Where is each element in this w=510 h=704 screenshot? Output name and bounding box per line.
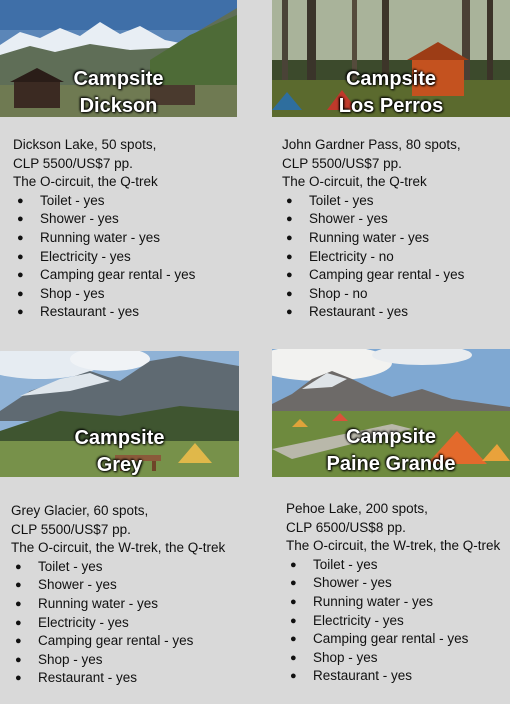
- campsite-location: Dickson Lake, 50 spots,: [13, 137, 157, 152]
- amenity-item: Camping gear rental - yes: [13, 266, 195, 285]
- amenity-item: Camping gear rental - yes: [282, 266, 464, 285]
- amenity-item: Toilet - yes: [13, 192, 195, 211]
- amenity-item: Toilet - yes: [286, 556, 500, 575]
- amenity-item: Camping gear rental - yes: [286, 630, 500, 649]
- campsite-routes: The O-circuit, the W-trek, the Q-trek: [11, 540, 226, 556]
- campsite-title-paine-grande: Campsite Paine Grande: [326, 426, 456, 475]
- amenity-item: Shop - yes: [13, 285, 195, 304]
- campsite-photo-grey: Campsite Grey: [0, 351, 239, 477]
- amenity-item: Running water - yes: [13, 229, 195, 248]
- amenity-item: Camping gear rental - yes: [11, 632, 225, 651]
- amenity-item: Shop - no: [282, 285, 464, 304]
- amenity-item: Electricity - yes: [11, 614, 225, 633]
- campsite-photo-los-perros: Campsite Los Perros: [272, 0, 510, 117]
- amenity-item: Shop - yes: [286, 649, 500, 668]
- amenity-item: Running water - yes: [286, 593, 500, 612]
- amenity-item: Shower - yes: [282, 210, 464, 229]
- amenity-item: Shop - yes: [11, 651, 225, 670]
- campsite-photo-dickson: Campsite Dickson: [0, 0, 237, 117]
- campsite-photo-paine-grande: Campsite Paine Grande: [272, 349, 510, 477]
- amenity-item: Shower - yes: [11, 576, 225, 595]
- amenity-item: Restaurant - yes: [282, 303, 464, 322]
- amenity-item: Electricity - yes: [286, 612, 500, 631]
- amenity-item: Electricity - yes: [13, 248, 195, 267]
- amenity-item: Restaurant - yes: [286, 667, 500, 686]
- amenity-item: Toilet - yes: [11, 558, 225, 577]
- campsite-info-grey: Grey Glacier, 60 spots, CLP 5500/US$7 pp…: [11, 502, 225, 688]
- campsite-routes: The O-circuit, the W-trek, the Q-trek: [286, 538, 501, 554]
- amenity-item: Electricity - no: [282, 248, 464, 267]
- campsite-price: CLP 6500/US$8 pp.: [286, 519, 406, 535]
- campsite-title-grey: Campsite Grey: [74, 427, 165, 476]
- campsite-routes: The O-circuit, the Q-trek: [13, 174, 158, 190]
- amenity-item: Shower - yes: [286, 574, 500, 593]
- campsite-title-dickson: Campsite Dickson: [73, 68, 164, 117]
- amenity-list: Toilet - yes Shower - yes Running water …: [286, 556, 500, 686]
- amenity-item: Shower - yes: [13, 210, 195, 229]
- campsite-title-los-perros: Campsite Los Perros: [338, 68, 444, 117]
- campsite-location: John Gardner Pass, 80 spots,: [282, 137, 461, 152]
- campsite-routes: The O-circuit, the Q-trek: [282, 174, 427, 190]
- amenity-item: Restaurant - yes: [11, 669, 225, 688]
- amenity-list: Toilet - yes Shower - yes Running water …: [13, 192, 195, 322]
- campsite-info-los-perros: John Gardner Pass, 80 spots, CLP 5500/US…: [282, 136, 464, 322]
- amenity-item: Toilet - yes: [282, 192, 464, 211]
- campsite-location: Pehoe Lake, 200 spots,: [286, 501, 428, 516]
- amenity-item: Restaurant - yes: [13, 303, 195, 322]
- campsite-info-paine-grande: Pehoe Lake, 200 spots, CLP 6500/US$8 pp.…: [286, 500, 500, 686]
- amenity-item: Running water - yes: [282, 229, 464, 248]
- campsite-info-dickson: Dickson Lake, 50 spots, CLP 5500/US$7 pp…: [13, 136, 195, 322]
- amenity-list: Toilet - yes Shower - yes Running water …: [11, 558, 225, 688]
- campsite-location: Grey Glacier, 60 spots,: [11, 503, 149, 518]
- campsite-price: CLP 5500/US$7 pp.: [282, 155, 402, 171]
- campsite-price: CLP 5500/US$7 pp.: [13, 155, 133, 171]
- campsite-price: CLP 5500/US$7 pp.: [11, 521, 131, 537]
- amenity-list: Toilet - yes Shower - yes Running water …: [282, 192, 464, 322]
- amenity-item: Running water - yes: [11, 595, 225, 614]
